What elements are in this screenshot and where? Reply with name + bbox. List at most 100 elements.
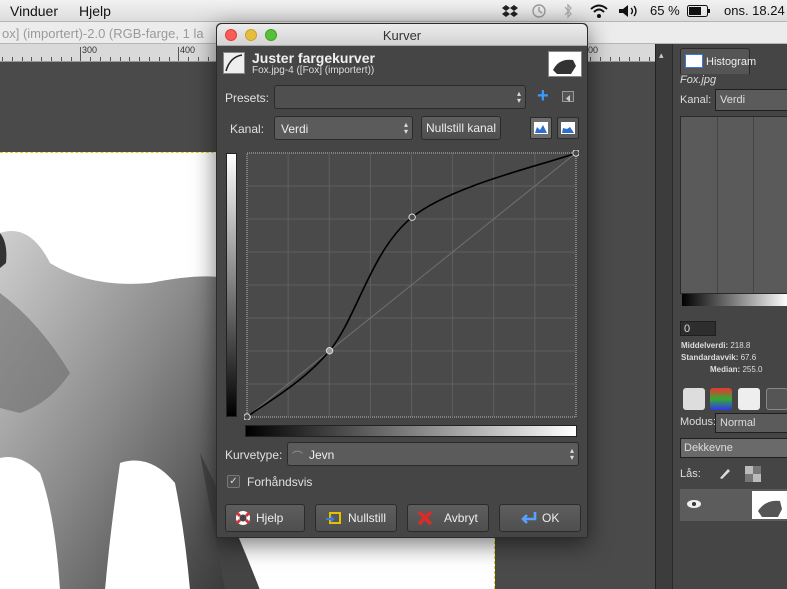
screen: Vinduer Hjelp 65 % ons. 18.24 ox] (impor… [0, 0, 787, 589]
preset-menu-icon[interactable] [562, 91, 574, 102]
lock-paint-icon[interactable] [718, 466, 732, 480]
help-button[interactable]: Hjelp [225, 504, 305, 532]
ok-button[interactable]: OK [499, 504, 581, 532]
stat-mean: Middelverdi: 218.8 [681, 341, 750, 350]
right-dock: Histogram Fox.jpg Kanal: Verdi 0 Middelv… [672, 44, 787, 589]
bluetooth-icon[interactable] [563, 3, 573, 19]
curves-dialog: Kurver Juster fargekurver Fox.jpg-4 ([Fo… [216, 23, 588, 538]
mode-select[interactable]: Normal [715, 413, 787, 433]
curve-control-point[interactable] [244, 413, 251, 420]
scroll-up-icon[interactable]: ▴ [659, 50, 670, 60]
curve-control-point[interactable] [325, 347, 334, 355]
dialog-header-subtitle: Fox.jpg-4 ([Fox] (importert)) [252, 65, 375, 76]
preview-label: Forhåndsvis [247, 475, 313, 489]
ruler-tick [599, 57, 601, 61]
image-window-title: ox] (importert)-2.0 (RGB-farge, 1 la [2, 26, 204, 41]
channel-combo[interactable]: Verdi ▴ ▾ [274, 116, 413, 140]
reset-label: Nullstill [348, 511, 387, 525]
layer-thumbnail [752, 491, 787, 519]
reset-channel-button[interactable]: Nullstill kanal [421, 116, 501, 140]
volume-icon[interactable] [618, 4, 640, 18]
wifi-icon[interactable] [589, 3, 609, 19]
opacity-label: Dekkevne [684, 442, 733, 454]
stat-mean-value: 218.8 [730, 341, 751, 350]
help-label: Hjelp [256, 511, 284, 525]
ruler-tick [619, 57, 621, 61]
channels-icon[interactable] [710, 388, 732, 410]
histogram-file: Fox.jpg [680, 74, 717, 86]
stat-median-value: 255.0 [742, 365, 763, 374]
stat-stddev-value: 67.6 [740, 353, 757, 362]
menu-bar: Vinduer Hjelp 65 % ons. 18.24 [0, 0, 787, 22]
add-preset-icon[interactable]: + [537, 86, 555, 106]
lock-alpha-icon[interactable] [745, 466, 761, 482]
smooth-curve-icon: ⌒ [292, 451, 303, 463]
curve-control-point[interactable] [572, 150, 579, 157]
battery-icon[interactable] [687, 5, 711, 17]
visibility-eye-icon[interactable] [686, 498, 702, 510]
curve-type-combo[interactable]: ⌒ Jevn ▴ ▾ [287, 442, 579, 466]
channel-label: Kanal: [230, 122, 265, 136]
ruler-tick [590, 57, 591, 61]
ruler-tick [109, 57, 111, 61]
reset-channel-label: Nullstill kanal [426, 121, 497, 135]
ruler-label: 400 [180, 45, 196, 55]
undo-icon[interactable] [766, 388, 787, 410]
stat-mean-label: Middelverdi: [681, 341, 729, 350]
cancel-button[interactable]: Avbryt [407, 504, 489, 532]
ruler-tick [178, 47, 180, 61]
ruler-tick [129, 57, 131, 61]
menu-vinduer[interactable]: Vinduer [10, 3, 58, 19]
ruler-tick [139, 57, 141, 61]
mode-label: Modus: [680, 416, 717, 428]
dropbox-icon[interactable] [502, 4, 518, 18]
dialog-header-title: Juster fargekurver [252, 50, 375, 66]
preview-checkbox[interactable]: ✓ [227, 475, 240, 488]
curve-editor[interactable] [244, 150, 579, 420]
layer-row[interactable] [680, 489, 787, 521]
ruler-tick [188, 57, 190, 61]
layers-icon[interactable] [683, 388, 705, 410]
histogram-channel-label: Kanal: [680, 94, 712, 106]
opacity-field[interactable]: Dekkevne [680, 438, 787, 458]
linear-histogram-icon[interactable] [530, 117, 552, 139]
histogram-channel-select[interactable]: Verdi [715, 89, 787, 111]
cancel-label: Avbryt [444, 511, 478, 525]
clock: ons. 18.24 [724, 3, 785, 18]
stat-median-label: Median: [710, 365, 741, 374]
menu-hjelp[interactable]: Hjelp [79, 3, 111, 19]
histogram-icon [685, 54, 703, 68]
curve-control-point[interactable] [408, 213, 416, 221]
histogram-gradient [682, 294, 787, 306]
histogram-range-start[interactable]: 0 [680, 321, 716, 336]
ruler-label: 00 [588, 45, 599, 55]
histogram-view[interactable] [680, 116, 787, 294]
vertical-scrollbar[interactable]: ▴ [655, 44, 672, 589]
input-gradient [245, 425, 577, 437]
presets-combo[interactable]: ▴ ▾ [274, 85, 526, 109]
enter-arrow-icon [521, 512, 537, 524]
stat-stddev: Standardavvik: 67.6 [681, 353, 756, 362]
ruler-tick [90, 57, 92, 61]
ruler-tick [198, 57, 199, 61]
lifebuoy-icon [235, 511, 251, 525]
output-gradient [226, 153, 237, 417]
chevron-updown-icon: ▴ ▾ [569, 446, 574, 462]
ruler-tick [149, 57, 150, 61]
dialog-titlebar[interactable]: Kurver [217, 24, 587, 46]
ruler-tick [51, 57, 52, 61]
tab-histogram[interactable]: Histogram [680, 48, 756, 74]
ok-label: OK [542, 511, 560, 525]
reset-button[interactable]: Nullstill [315, 504, 397, 532]
ruler-tick [639, 57, 640, 61]
time-machine-icon[interactable] [531, 3, 547, 19]
paths-icon[interactable] [738, 388, 760, 410]
lock-label: Lås: [680, 468, 701, 480]
ruler-tick [609, 57, 611, 61]
dialog-window-title: Kurver [382, 28, 422, 43]
ruler-tick [21, 57, 23, 61]
ruler-tick [158, 57, 160, 61]
ruler-tick [648, 57, 650, 61]
log-histogram-icon[interactable] [557, 117, 579, 139]
chevron-updown-icon: ▴ ▾ [403, 120, 408, 136]
